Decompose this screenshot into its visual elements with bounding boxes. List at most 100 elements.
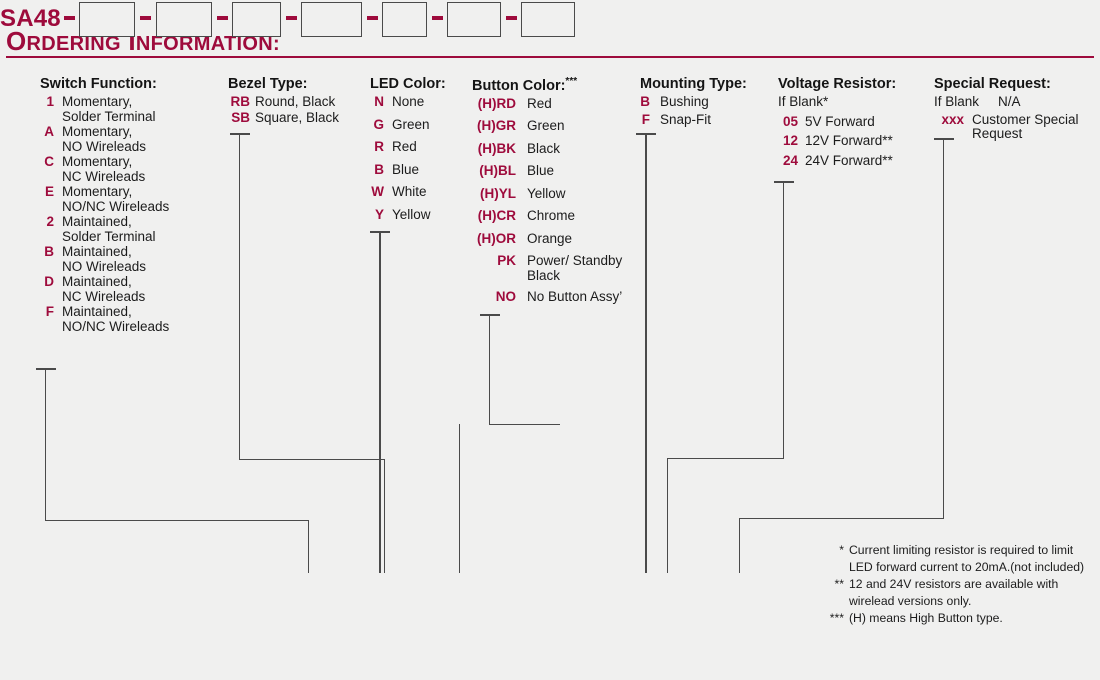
item-code: (H)YL: [480, 185, 516, 201]
list-item: (H)RD Red: [472, 95, 622, 112]
item-code: 24: [782, 152, 798, 168]
column-items-mounting-type: B Bushing F Snap-Fit: [640, 94, 747, 128]
list-item: 12 12V Forward**: [778, 133, 896, 149]
connector-line-mounting-type-v: [645, 133, 647, 573]
part-number-dash: [140, 16, 151, 20]
part-number-box-button-color[interactable]: [301, 2, 362, 37]
part-number-box-led-color[interactable]: [232, 2, 281, 37]
column-heading-mounting-type: Mounting Type:: [640, 76, 747, 92]
list-item: B Maintained, NO Wireleads: [40, 244, 169, 274]
list-item: 24 24V Forward**: [778, 152, 896, 169]
item-code: NO: [495, 289, 516, 305]
item-desc: White: [392, 184, 427, 199]
connector-line-switch-function-v1: [45, 368, 47, 521]
column-items-led-color: N None G Green R Red B Blue W White Y Yellow: [370, 94, 446, 223]
list-item: G Green: [370, 116, 446, 133]
item-code: (H)RD: [477, 95, 516, 111]
item-desc: Customer Special Request: [972, 111, 1079, 141]
list-item: RB Round, Black: [228, 94, 339, 110]
item-code: (H)GR: [477, 118, 516, 134]
item-desc: Bushing: [660, 94, 709, 109]
item-desc: Orange: [527, 230, 573, 246]
item-code: B: [374, 161, 384, 177]
column-heading-voltage-resistor: Voltage Resistor:: [778, 76, 897, 92]
item-code: C: [44, 154, 54, 169]
part-number-box-switch-function[interactable]: [79, 2, 135, 37]
item-desc: Blue: [392, 161, 420, 177]
list-item: B Bushing: [640, 94, 747, 110]
item-code: SB: [231, 109, 250, 125]
item-code: F: [641, 111, 650, 127]
column-heading-text: Button Color:: [472, 77, 566, 94]
part-number-dash: [367, 16, 378, 20]
part-number-dash: [217, 16, 228, 20]
connector-line-bezel-type-v2: [383, 459, 385, 573]
item-code: 1: [46, 94, 54, 109]
footnote-text: (H) means High Button type.: [849, 611, 1003, 625]
column-heading-special-request: Special Request:: [934, 76, 1051, 92]
item-code: (H)BL: [479, 163, 516, 179]
item-desc: Momentary, NO/NC Wireleads: [62, 184, 170, 214]
item-desc: Power/ Standby Black: [527, 253, 623, 283]
column-items-button-color: (H)RD Red (H)GR Green (H)BK Black (H)BL Blue…: [472, 95, 623, 305]
list-item: N None: [370, 94, 446, 110]
part-number-box-special-request[interactable]: [521, 2, 575, 37]
item-desc: Maintained, Solder Terminal: [62, 214, 156, 244]
item-desc: Snap-Fit: [660, 111, 712, 127]
list-item: F Snap-Fit: [640, 111, 747, 128]
list-item: D Maintained, NC Wireleads: [40, 274, 169, 304]
list-item: E Momentary, NO/NC Wireleads: [40, 184, 170, 214]
part-number-box-bezel-type[interactable]: [156, 2, 212, 37]
list-item: Y Yellow: [370, 207, 446, 223]
item-desc: None: [392, 94, 425, 109]
list-item: (H)OR Orange: [472, 230, 622, 247]
item-code: 05: [782, 113, 798, 129]
item-desc: Red: [392, 139, 417, 154]
list-item: (H)BK Black: [472, 141, 622, 157]
list-item: 1 Momentary, Solder Terminal: [40, 94, 169, 124]
footnote: *** (H) means High Button type.: [818, 610, 1096, 627]
item-code: B: [640, 94, 650, 109]
item-desc: Red: [527, 95, 552, 111]
column-switch-function: Switch Function: 1 Momentary, Solder Term…: [40, 76, 169, 335]
connector-line-led-color-v: [379, 231, 381, 573]
part-number-box-mounting-type[interactable]: [382, 2, 427, 37]
item-desc: Green: [527, 118, 565, 134]
connector-line-special-request-h: [739, 518, 944, 520]
column-special-request: Special Request: If Blank N/A xxx Customer…: [934, 76, 1079, 143]
item-desc: No Button Assy’: [527, 289, 623, 305]
item-code: R: [374, 139, 384, 154]
item-code: xxx: [941, 111, 964, 127]
item-desc: 5V Forward: [805, 113, 875, 129]
item-code: F: [45, 304, 54, 319]
item-desc: Maintained, NO/NC Wireleads: [62, 304, 170, 334]
part-number-box-voltage-resistor[interactable]: [447, 2, 501, 37]
list-item: A Momentary, NO Wireleads: [40, 124, 169, 154]
footnote-marker: ***: [829, 611, 844, 625]
connector-line-special-request-v1: [943, 138, 945, 519]
list-item: R Red: [370, 139, 446, 155]
connector-line-switch-function-h: [45, 520, 309, 522]
column-items-switch-function: 1 Momentary, Solder Terminal A Momentary, …: [40, 94, 170, 334]
item-code: E: [44, 184, 54, 199]
item-code: 2: [46, 214, 54, 229]
item-desc: 12V Forward**: [805, 133, 893, 148]
item-code: If Blank: [934, 94, 980, 109]
footnote: ** 12 and 24V resistors are available wi…: [818, 576, 1096, 609]
item-desc: Green: [392, 116, 430, 132]
footnote-text: Current limiting resistor is required to…: [849, 543, 1085, 574]
item-desc: Square, Black: [255, 109, 340, 125]
item-code: If Blank*: [778, 94, 829, 109]
list-item: (H)CR Chrome: [472, 209, 622, 224]
column-heading-bezel-type: Bezel Type:: [228, 76, 308, 92]
connector-line-voltage-resistor-v1: [783, 181, 785, 459]
list-item: (H)GR Green: [472, 119, 622, 134]
column-items-bezel-type: RB Round, Black SB Square, Black: [228, 94, 340, 125]
connector-line-voltage-resistor-v2: [667, 458, 669, 573]
item-code: RB: [230, 94, 251, 109]
connector-line-bezel-type-h: [239, 459, 385, 461]
footnote-text: 12 and 24V resistors are available with …: [849, 577, 1059, 608]
footnotes: * Current limiting resistor is required …: [818, 542, 1096, 628]
list-item: xxx Customer Special Request: [934, 111, 1079, 142]
part-number-dash: [64, 16, 75, 20]
